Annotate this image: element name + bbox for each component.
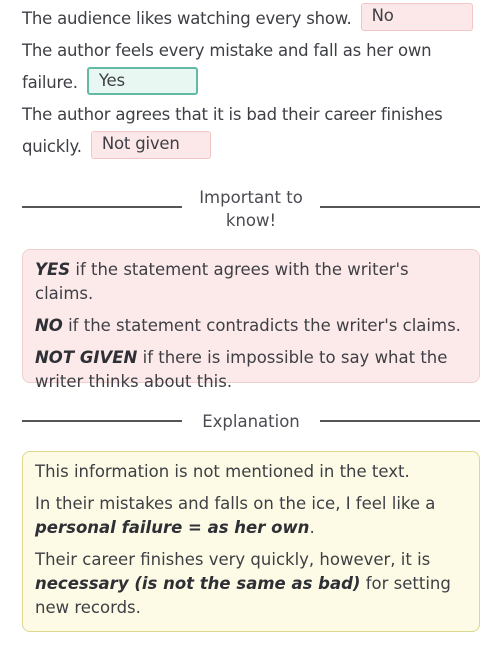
important-box: YES if the statement agrees with the wri… — [22, 249, 480, 391]
explanation-paragraph: Their career finishes very quickly, howe… — [35, 548, 467, 620]
question-item: The author feels every mistake and fall … — [22, 35, 482, 99]
explanation-divider: Explanation — [22, 410, 480, 433]
explanation-text: In their mistakes and falls on the ice, … — [35, 494, 436, 513]
question-text: The author agrees that it is bad their c… — [22, 105, 443, 156]
rule-yes: YES if the statement agrees with the wri… — [35, 258, 467, 306]
rule-keyword: YES — [35, 260, 71, 279]
rule-text: if the statement contradicts the writer'… — [62, 316, 461, 335]
question-item: The author agrees that it is bad their c… — [22, 99, 482, 163]
divider-line — [320, 206, 480, 208]
explanation-text: Their career finishes very quickly, howe… — [35, 550, 431, 569]
rule-not-given: NOT GIVEN if there is impossible to say … — [35, 346, 467, 394]
rule-keyword: NO — [35, 316, 63, 335]
answer-box-wrong[interactable]: Not given — [90, 130, 211, 159]
explanation-box: This information is not mentioned in the… — [22, 451, 480, 632]
divider-line — [22, 420, 182, 422]
explanation-text: . — [309, 518, 315, 537]
answer-box-wrong[interactable]: No — [360, 2, 473, 31]
divider-line — [22, 206, 182, 208]
important-heading: Important to know! — [199, 188, 303, 230]
rule-text: if the statement agrees with the writer'… — [35, 260, 409, 303]
explanation-emphasis: necessary (is not the same as bad) — [35, 574, 361, 593]
explanation-paragraph: In their mistakes and falls on the ice, … — [35, 492, 467, 540]
answer-box-correct[interactable]: Yes — [86, 66, 198, 95]
questions-list: The audience likes watching every show. … — [22, 2, 482, 163]
important-divider: Important to know! — [22, 186, 480, 232]
explanation-emphasis: personal failure = as her own — [35, 518, 310, 537]
question-item: The audience likes watching every show. … — [22, 2, 482, 35]
question-text: The audience likes watching every show. — [22, 9, 352, 28]
rule-no: NO if the statement contradicts the writ… — [35, 314, 467, 338]
explanation-paragraph: This information is not mentioned in the… — [35, 462, 410, 481]
explanation-heading: Explanation — [202, 412, 300, 431]
rule-keyword: NOT GIVEN — [35, 348, 138, 367]
divider-line — [320, 420, 480, 422]
question-text: The author feels every mistake and fall … — [22, 41, 432, 92]
